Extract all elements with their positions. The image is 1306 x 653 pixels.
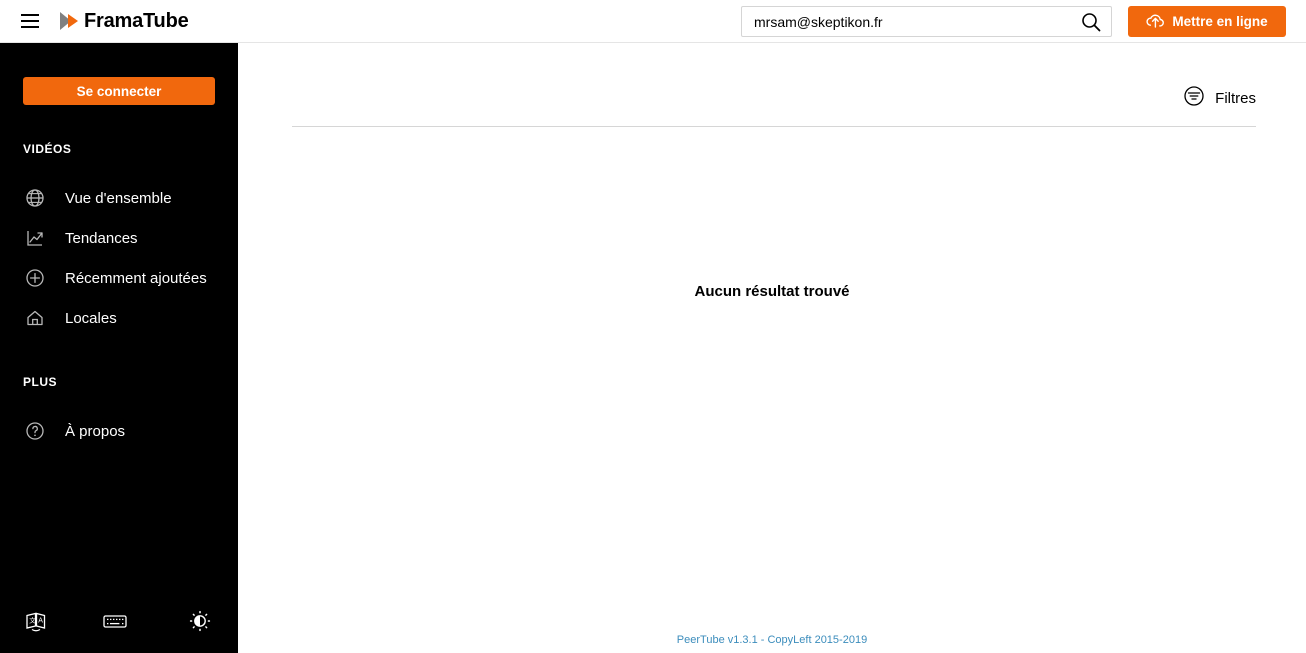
hamburger-line (21, 14, 39, 16)
hamburger-line (21, 26, 39, 28)
upload-button[interactable]: Mettre en ligne (1128, 6, 1286, 37)
home-icon (23, 306, 47, 330)
main-content: Filtres Aucun résultat trouvé PeerTube v… (238, 43, 1306, 653)
login-button[interactable]: Se connecter (23, 77, 215, 105)
sidebar: Se connecter VIDÉOS Vue d'ensemble Tenda… (0, 43, 238, 653)
search-input[interactable] (742, 7, 1071, 36)
sidebar-item-about[interactable]: À propos (0, 411, 238, 451)
play-triangle-logo-icon (58, 10, 82, 32)
theme-toggle-icon[interactable] (186, 607, 214, 635)
globe-icon (23, 186, 47, 210)
peertube-version-link[interactable]: PeerTube v1.3.1 - CopyLeft 2015-2019 (677, 634, 867, 646)
sidebar-item-recently-added[interactable]: Récemment ajoutées (0, 258, 238, 298)
plus-circle-icon (23, 266, 47, 290)
sidebar-section-title-videos: VIDÉOS (23, 142, 72, 156)
sidebar-item-local[interactable]: Locales (0, 298, 238, 338)
filter-icon (1183, 85, 1205, 112)
filters-button[interactable]: Filtres (1183, 85, 1256, 112)
svg-text:文: 文 (29, 616, 36, 625)
sidebar-section-title-more: PLUS (23, 375, 58, 389)
trending-up-icon (23, 226, 47, 250)
search-bar[interactable] (741, 6, 1112, 37)
sidebar-nav-more: À propos (0, 411, 238, 451)
hamburger-line (21, 20, 39, 22)
sidebar-item-label: Locales (65, 309, 117, 327)
language-icon[interactable]: 文 A (22, 607, 50, 635)
brand-name: FramaTube (84, 9, 189, 32)
sidebar-nav-videos: Vue d'ensemble Tendances Récemment ajout… (0, 178, 238, 338)
upload-cloud-icon (1146, 12, 1165, 32)
sidebar-item-label: Vue d'ensemble (65, 189, 172, 207)
empty-state-message: Aucun résultat trouvé (694, 283, 850, 300)
sidebar-item-label: Récemment ajoutées (65, 269, 207, 287)
upload-button-label: Mettre en ligne (1172, 14, 1268, 29)
brand-logo-link[interactable]: FramaTube (58, 10, 189, 33)
sidebar-footer-toolbar: 文 A (0, 599, 238, 643)
hamburger-menu-icon[interactable] (15, 6, 45, 36)
top-header: FramaTube Mettre en ligne (0, 0, 1306, 43)
sidebar-item-overview[interactable]: Vue d'ensemble (0, 178, 238, 218)
keyboard-icon[interactable] (101, 607, 129, 635)
page-footer: PeerTube v1.3.1 - CopyLeft 2015-2019 (238, 630, 1306, 648)
search-icon[interactable] (1071, 7, 1111, 36)
svg-text:A: A (38, 618, 43, 625)
sidebar-item-trending[interactable]: Tendances (0, 218, 238, 258)
content-divider (292, 126, 1256, 127)
filters-label: Filtres (1215, 90, 1256, 107)
help-circle-icon (23, 419, 47, 443)
sidebar-item-label: Tendances (65, 229, 138, 247)
sidebar-item-label: À propos (65, 422, 126, 440)
